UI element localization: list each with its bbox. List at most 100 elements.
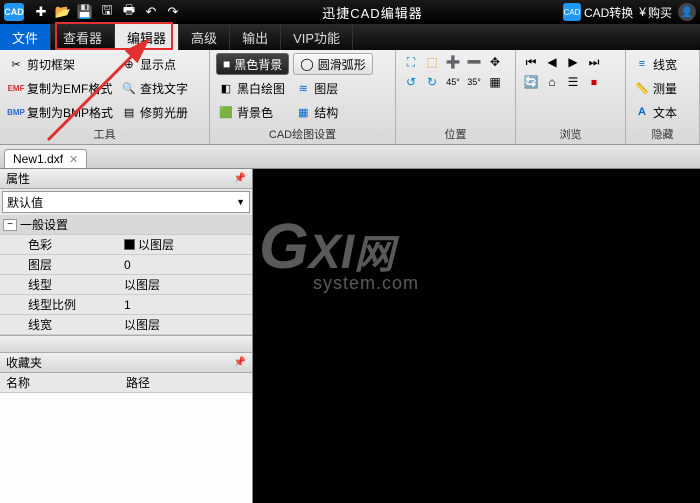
chevron-down-icon: ▼	[236, 197, 245, 207]
smooth-arc-button[interactable]: ◯圆滑弧形	[293, 53, 372, 75]
find-text-button[interactable]: 🔍查找文字	[119, 77, 190, 99]
home-icon[interactable]: ⌂	[543, 73, 561, 91]
text-icon: A	[634, 104, 650, 120]
text-button[interactable]: A文本	[632, 101, 679, 123]
document-tab[interactable]: New1.dxf ✕	[4, 149, 87, 168]
palette-icon: 🟩	[218, 104, 234, 120]
user-icon[interactable]: 👤	[678, 3, 696, 21]
zoom-out-icon[interactable]: ➖	[465, 53, 483, 71]
first-icon[interactable]: ⏮	[522, 53, 540, 71]
workspace: 属性 📌 默认值 ▼ − 一般设置 色彩以图层 图层0 线型以图层 线型比例1 …	[0, 169, 700, 503]
scissors-icon: ✂	[8, 56, 24, 72]
tab-vip[interactable]: VIP功能	[281, 24, 353, 50]
group-label-position: 位置	[402, 125, 509, 142]
property-row[interactable]: 线宽以图层	[0, 315, 252, 335]
bmp-icon: BMP	[8, 104, 24, 120]
stop-icon[interactable]: ⏹	[585, 73, 603, 91]
menu-bar: 文件 查看器 编辑器 高级 输出 VIP功能	[0, 24, 700, 50]
copy-emf-button[interactable]: EMF复制为EMF格式	[6, 77, 115, 99]
rotate-ccw-icon[interactable]: ↺	[402, 73, 420, 91]
trim-clip-button[interactable]: ▤修剪光册	[119, 101, 190, 123]
rotate-cw-icon[interactable]: ↻	[423, 73, 441, 91]
next-icon[interactable]: ▶	[564, 53, 582, 71]
zoom-extents-icon[interactable]: ⛶	[402, 53, 420, 71]
bg-color-button[interactable]: 🟩背景色	[216, 101, 289, 123]
layer-button[interactable]: ≋图层	[293, 77, 372, 99]
property-section-general[interactable]: − 一般设置	[0, 215, 252, 235]
black-bg-button[interactable]: ■黑色背景	[216, 53, 289, 75]
property-row[interactable]: 图层0	[0, 255, 252, 275]
save-as-icon[interactable]: 🖫	[98, 3, 116, 21]
bw-draw-button[interactable]: ◧黑白绘图	[216, 77, 289, 99]
grid-icon[interactable]: ▦	[486, 73, 504, 91]
bw-icon: ◧	[218, 80, 234, 96]
collapse-icon[interactable]: −	[3, 219, 17, 231]
copy-bmp-button[interactable]: BMP复制为BMP格式	[6, 101, 115, 123]
ribbon-group-position: ⛶ ⬚ ➕ ➖ ✥ ↺ ↻ 45° 35° ▦ 位置	[396, 50, 516, 144]
structure-icon: ▦	[295, 104, 311, 120]
favorites-columns: 名称 路径	[0, 373, 252, 393]
ribbon-group-draw-settings: ■黑色背景 ◧黑白绘图 🟩背景色 ◯圆滑弧形 ≋图层 ▦结构 CAD绘图设置	[210, 50, 396, 144]
redo-icon[interactable]: ↷	[164, 3, 182, 21]
tab-editor[interactable]: 编辑器	[115, 24, 179, 50]
tab-file[interactable]: 文件	[0, 24, 51, 50]
group-label-draw: CAD绘图设置	[216, 125, 389, 142]
emf-icon: EMF	[8, 80, 24, 96]
property-row[interactable]: 线型比例1	[0, 295, 252, 315]
line-width-button[interactable]: ≡线宽	[632, 53, 679, 75]
pin-icon[interactable]: 📌	[234, 173, 246, 184]
watermark: GXI网 system.com	[259, 209, 419, 294]
cad-convert-label: CAD转换	[584, 4, 633, 21]
color-swatch	[124, 239, 135, 250]
section-label: 一般设置	[20, 216, 68, 233]
angle-45-icon[interactable]: 45°	[444, 73, 462, 91]
ribbon-group-hide: ≡线宽 📏测量 A文本 隐藏	[626, 50, 700, 144]
undo-icon[interactable]: ↶	[142, 3, 160, 21]
app-icon: CAD	[4, 3, 24, 21]
panel-splitter[interactable]	[0, 335, 252, 353]
group-label-browse: 浏览	[522, 125, 619, 142]
pin-icon[interactable]: 📌	[234, 357, 246, 368]
property-row[interactable]: 色彩以图层	[0, 235, 252, 255]
buy-label: 购买	[648, 4, 672, 21]
last-icon[interactable]: ⏭	[585, 53, 603, 71]
document-tab-bar: New1.dxf ✕	[0, 145, 700, 169]
film-icon: ▤	[121, 104, 137, 120]
close-tab-icon[interactable]: ✕	[69, 153, 78, 166]
app-title: 迅捷CAD编辑器	[182, 3, 563, 22]
open-icon[interactable]: 📂	[54, 3, 72, 21]
print-icon[interactable]: 🖶	[120, 3, 138, 21]
lineweight-icon: ≡	[634, 56, 650, 72]
ribbon-group-tools: ✂剪切框架 EMF复制为EMF格式 BMP复制为BMP格式 ⊕显示点 🔍查找文字…	[0, 50, 210, 144]
drawing-canvas[interactable]: GXI网 system.com	[253, 169, 700, 503]
zoom-in-icon[interactable]: ➕	[444, 53, 462, 71]
search-icon: 🔍	[121, 80, 137, 96]
document-tab-label: New1.dxf	[13, 152, 63, 166]
cad-convert-button[interactable]: CAD CAD转换	[563, 3, 633, 21]
clip-frame-button[interactable]: ✂剪切框架	[6, 53, 115, 75]
refresh-icon[interactable]: 🔄	[522, 73, 540, 91]
tab-viewer[interactable]: 查看器	[51, 24, 115, 50]
zoom-window-icon[interactable]: ⬚	[423, 53, 441, 71]
property-row[interactable]: 线型以图层	[0, 275, 252, 295]
save-icon[interactable]: 💾	[76, 3, 94, 21]
buy-button[interactable]: ¥ 购买	[639, 4, 672, 21]
structure-button[interactable]: ▦结构	[293, 101, 372, 123]
combo-value: 默认值	[7, 194, 43, 211]
pan-icon[interactable]: ✥	[486, 53, 504, 71]
prev-icon[interactable]: ◀	[543, 53, 561, 71]
quick-access-toolbar: ✚ 📂 💾 🖫 🖶 ↶ ↷	[32, 3, 182, 21]
angle-35-icon[interactable]: 35°	[465, 73, 483, 91]
measure-button[interactable]: 📏测量	[632, 77, 679, 99]
list-icon[interactable]: ☰	[564, 73, 582, 91]
new-icon[interactable]: ✚	[32, 3, 50, 21]
ruler-icon: 📏	[634, 80, 650, 96]
group-label-hide: 隐藏	[632, 125, 693, 142]
ribbon: ✂剪切框架 EMF复制为EMF格式 BMP复制为BMP格式 ⊕显示点 🔍查找文字…	[0, 50, 700, 145]
favorites-panel-header: 收藏夹 📌	[0, 353, 252, 373]
tab-advanced[interactable]: 高级	[179, 24, 230, 50]
default-value-combo[interactable]: 默认值 ▼	[2, 191, 250, 213]
tab-output[interactable]: 输出	[230, 24, 281, 50]
show-point-button[interactable]: ⊕显示点	[119, 53, 190, 75]
group-label-tools: 工具	[6, 125, 203, 142]
